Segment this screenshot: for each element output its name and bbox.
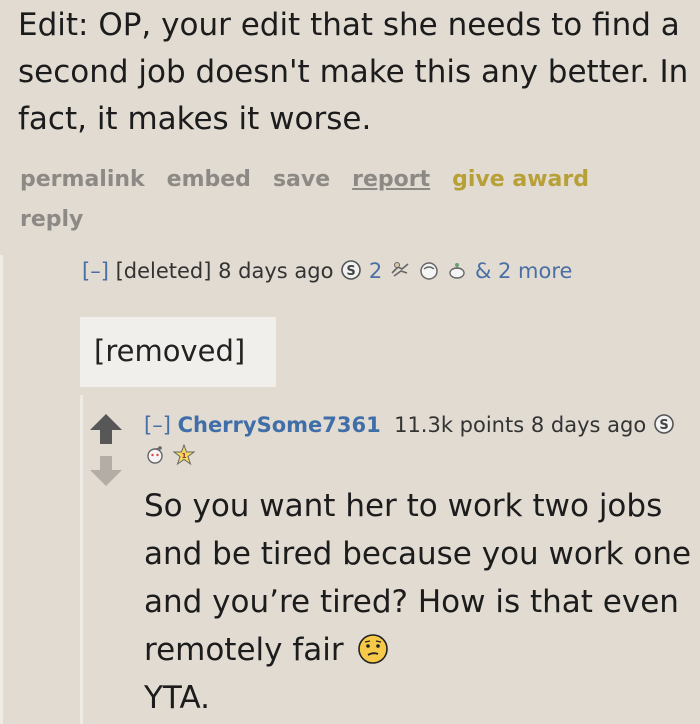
reply-link[interactable]: reply (20, 207, 83, 232)
comment-time-cont: ago (607, 413, 647, 437)
nested-thread-line[interactable] (80, 395, 83, 724)
comment-author[interactable]: CherrySome7361 (178, 413, 381, 437)
comment-body-end: YTA. (144, 680, 210, 716)
award-count: 2 (368, 259, 383, 283)
thinking-face-emoji-icon (358, 634, 389, 664)
svg-text:S: S (659, 418, 668, 433)
collapse-toggle[interactable]: [–] (82, 259, 109, 283)
comment-body: So you want her to work two jobs and be … (144, 482, 692, 722)
comment-time: 8 days ago (218, 259, 334, 283)
comment-body-text: So you want her to work two jobs and be … (144, 488, 692, 668)
comment-author: [deleted] (115, 259, 212, 283)
top-comment-text: Edit: OP, your edit that she needs to fi… (18, 7, 689, 137)
comment-header-deleted: [–] [deleted] 8 days ago S 2 & 2 more (82, 256, 642, 286)
removed-comment-box: [removed] (80, 317, 276, 387)
starstruck-award-icon[interactable]: 1 (172, 444, 195, 466)
svg-text:S: S (346, 264, 355, 279)
svg-text:1: 1 (181, 452, 186, 460)
save-link[interactable]: save (273, 167, 330, 192)
wholesome-icon[interactable] (446, 259, 468, 281)
removed-comment-text: [removed] (94, 334, 246, 368)
silver-award-icon[interactable]: S (340, 259, 362, 281)
more-awards-link[interactable]: & 2 more (475, 259, 572, 283)
report-link[interactable]: report (352, 167, 430, 192)
comment-header-cherry: [–] CherrySome7361 11.3k points 8 days a… (144, 410, 694, 472)
thread-line[interactable] (0, 255, 3, 724)
comment-actions: permalink embed save report give award reply (20, 160, 680, 240)
comment-points: 11.3k points (394, 413, 525, 437)
silver-award-icon[interactable]: S (653, 413, 675, 435)
downvote-arrow-icon[interactable] (88, 454, 124, 488)
upvote-arrow-icon[interactable] (88, 412, 124, 446)
helping-hand-icon[interactable] (389, 259, 411, 281)
facepalm-icon[interactable] (418, 259, 440, 281)
comment-time: 8 days (530, 413, 601, 437)
snoo-award-icon[interactable] (144, 444, 166, 466)
embed-link[interactable]: embed (167, 167, 251, 192)
give-award-link[interactable]: give award (452, 167, 589, 192)
collapse-toggle[interactable]: [–] (144, 413, 171, 437)
permalink-link[interactable]: permalink (20, 167, 145, 192)
